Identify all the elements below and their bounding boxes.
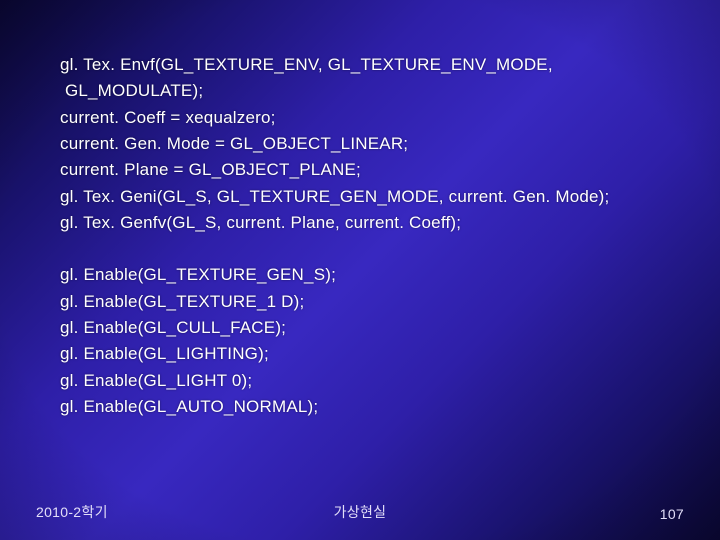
code-content: gl. Tex. Envf(GL_TEXTURE_ENV, GL_TEXTURE… — [60, 52, 680, 420]
code-line: GL_MODULATE); — [60, 78, 680, 104]
code-line: gl. Tex. Genfv(GL_S, current. Plane, cur… — [60, 210, 680, 236]
footer-course: 가상현실 — [0, 502, 720, 522]
code-line: gl. Enable(GL_LIGHT 0); — [60, 368, 680, 394]
slide: gl. Tex. Envf(GL_TEXTURE_ENV, GL_TEXTURE… — [0, 0, 720, 540]
blank-line — [60, 236, 680, 262]
code-line: current. Coeff = xequalzero; — [60, 105, 680, 131]
code-line: gl. Tex. Geni(GL_S, GL_TEXTURE_GEN_MODE,… — [60, 184, 680, 210]
footer-page-number: 107 — [660, 506, 684, 522]
code-line: gl. Enable(GL_CULL_FACE); — [60, 315, 680, 341]
code-line: current. Plane = GL_OBJECT_PLANE; — [60, 157, 680, 183]
code-line: gl. Enable(GL_TEXTURE_1 D); — [60, 289, 680, 315]
code-line: current. Gen. Mode = GL_OBJECT_LINEAR; — [60, 131, 680, 157]
code-line: gl. Enable(GL_AUTO_NORMAL); — [60, 394, 680, 420]
code-line: gl. Enable(GL_TEXTURE_GEN_S); — [60, 262, 680, 288]
code-line: gl. Enable(GL_LIGHTING); — [60, 341, 680, 367]
code-line: gl. Tex. Envf(GL_TEXTURE_ENV, GL_TEXTURE… — [60, 52, 680, 78]
